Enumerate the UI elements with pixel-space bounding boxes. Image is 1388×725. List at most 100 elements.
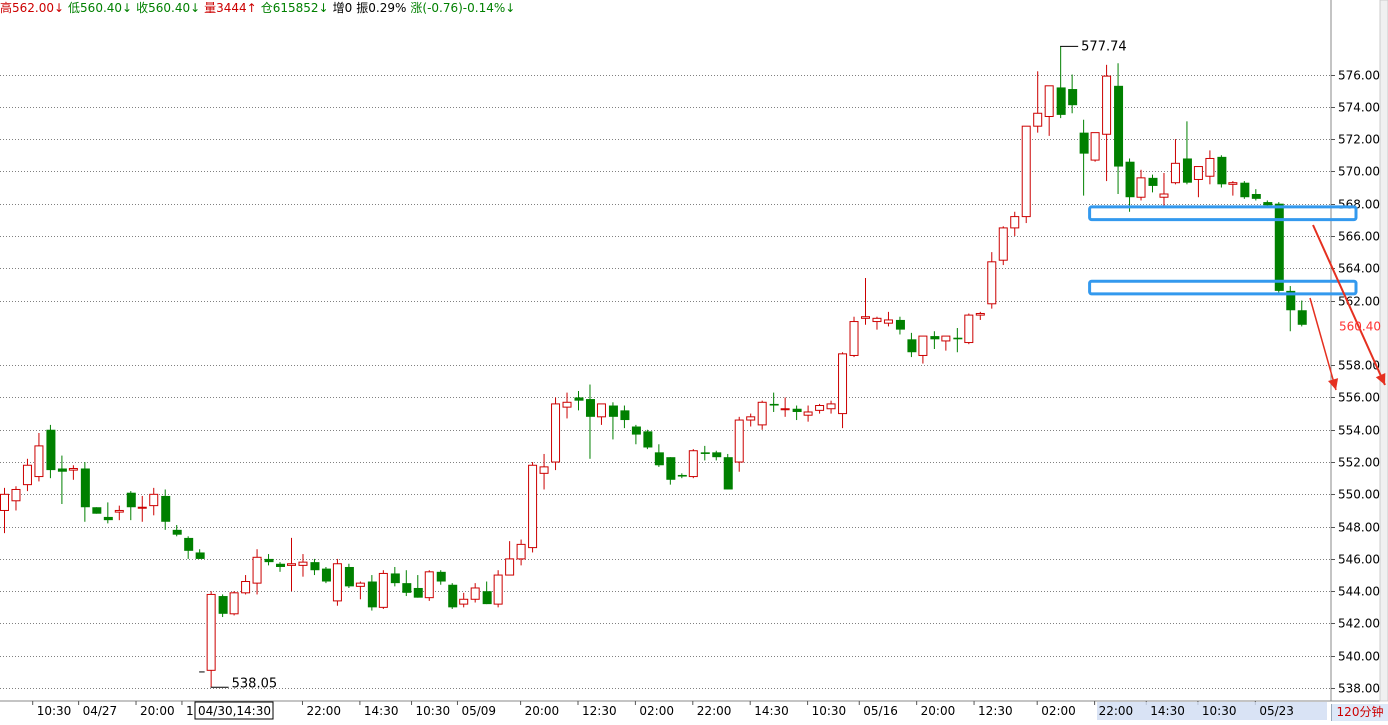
change-value: 涨(-0.76)-0.14%↓ (410, 1, 516, 15)
y-tick-label: 548.00 (1338, 521, 1380, 535)
low-marker-label: 538.05 (232, 676, 278, 691)
x-tick-label: 10:30 (812, 704, 847, 718)
y-tick-label: 572.00 (1338, 133, 1380, 147)
candle-body-down (184, 537, 194, 551)
candle-body-down (103, 516, 113, 521)
x-tick-label: 02:00 (1041, 704, 1076, 718)
candle-body-up (378, 572, 388, 608)
candle-body-up (975, 312, 985, 316)
close-value: 收560.40↓ (136, 1, 201, 15)
candle-body-down (1217, 156, 1227, 185)
x-tick-label: 14:30 (754, 704, 789, 718)
x-tick-label: 04/27 (83, 704, 118, 718)
candle-body-down (1182, 158, 1192, 183)
x-tick-label: 14:30 (364, 704, 399, 718)
candle-body-up (826, 403, 836, 410)
candle-body-up (746, 416, 756, 421)
candle-body-up (757, 401, 767, 426)
candle-body-up (298, 561, 308, 566)
candle-body-up (1090, 132, 1100, 161)
y-tick-label: 574.00 (1338, 101, 1380, 115)
candle-body-up (287, 563, 296, 566)
candle-body-up (1044, 85, 1054, 117)
candle-body-up (470, 587, 480, 600)
candle-body-down (792, 408, 802, 412)
y-tick-label: 538.00 (1338, 682, 1380, 696)
candle-body-up (941, 335, 951, 342)
candle-body-down (574, 397, 584, 401)
x-tick-label: 02:00 (639, 704, 674, 718)
x-tick-label: 14:30 (1150, 704, 1185, 718)
candle-body-up (1228, 182, 1238, 185)
highlight-zone-box (1088, 279, 1358, 296)
candle-body-down (402, 583, 412, 593)
candle-body-up (1159, 193, 1169, 198)
candlestick-chart[interactable]: 576.00 574.00 572.00 570.00 568.00 566.00 564.… (0, 0, 1388, 721)
chart-canvas[interactable]: 576.00 574.00 572.00 570.00 568.00 566.00 564.… (0, 0, 1388, 721)
candle-body-down (126, 492, 136, 508)
y-tick-label: 570.00 (1338, 165, 1380, 179)
candle-body-down (1079, 132, 1089, 154)
candle-body-down (700, 452, 710, 454)
candle-body-down (264, 558, 274, 563)
candle-body-up (964, 314, 974, 344)
candle-body-up (551, 403, 561, 463)
candle-body-up (34, 445, 44, 478)
candle-body-down (769, 403, 779, 406)
candle-body-down (344, 566, 354, 587)
candle-body-down (1125, 161, 1135, 198)
candle-body-up (1193, 166, 1203, 180)
candle-body-up (528, 464, 538, 549)
candle-body-up (11, 488, 21, 502)
candle-body-up (1021, 125, 1031, 218)
x-tick-label: 10:30 (37, 704, 72, 718)
candle-body-up (539, 466, 549, 474)
candle-body-up (206, 593, 216, 671)
x-tick-label: 05/16 (863, 704, 898, 718)
candle-body-up (241, 581, 251, 594)
candle-body-down (953, 337, 963, 340)
high-marker-label: 577.74 (1081, 39, 1127, 54)
candle-body-down (1297, 310, 1307, 325)
candle-body-down (930, 336, 940, 340)
candle-body-up (332, 563, 342, 602)
candle-body-up (998, 227, 1008, 261)
candle-body-down (92, 507, 102, 514)
x-tick-label: 22:00 (697, 704, 732, 718)
candle-body-up (838, 353, 848, 415)
candle-body-down (413, 587, 423, 598)
candle-body-down (723, 457, 733, 490)
candle-body-up (1205, 157, 1215, 177)
candle-body-down (276, 563, 286, 567)
y-tick-label: 546.00 (1338, 553, 1380, 567)
y-tick-label: 576.00 (1338, 69, 1380, 83)
x-tick-label: 20:00 (921, 704, 956, 718)
trend-arrow-line (1309, 297, 1337, 391)
high-value: 高562.00↓ (0, 1, 65, 15)
candle-body-down (321, 568, 331, 582)
candle-body-up (918, 335, 928, 356)
x-tick-label: 10:30 (1202, 704, 1237, 718)
candle-body-up (149, 493, 159, 507)
candle-body-up (883, 319, 893, 324)
y-tick-label: 564.00 (1338, 262, 1380, 276)
y-tick-label: 554.00 (1338, 424, 1380, 438)
y-tick-label: 552.00 (1338, 456, 1380, 470)
candle-body-down (448, 584, 458, 608)
candle-body-down (666, 457, 676, 480)
candle-body-down (643, 431, 653, 448)
candle-body-down (172, 529, 182, 535)
timeframe-label[interactable]: 120分钟 (1331, 704, 1388, 721)
candle-body-down (608, 405, 618, 417)
candle-body-up (688, 450, 698, 478)
x-tick-label: 20:00 (525, 704, 560, 718)
y-tick-label: 542.00 (1338, 617, 1380, 631)
candle-body-up (1010, 216, 1020, 229)
candle-body-down (390, 573, 400, 584)
candle-body-down (1274, 203, 1284, 291)
candle-body-up (815, 405, 825, 411)
candle-body-down (631, 426, 641, 435)
candle-body-down (57, 468, 67, 472)
candle-body-up (355, 582, 365, 587)
candle-body-up (734, 419, 744, 463)
